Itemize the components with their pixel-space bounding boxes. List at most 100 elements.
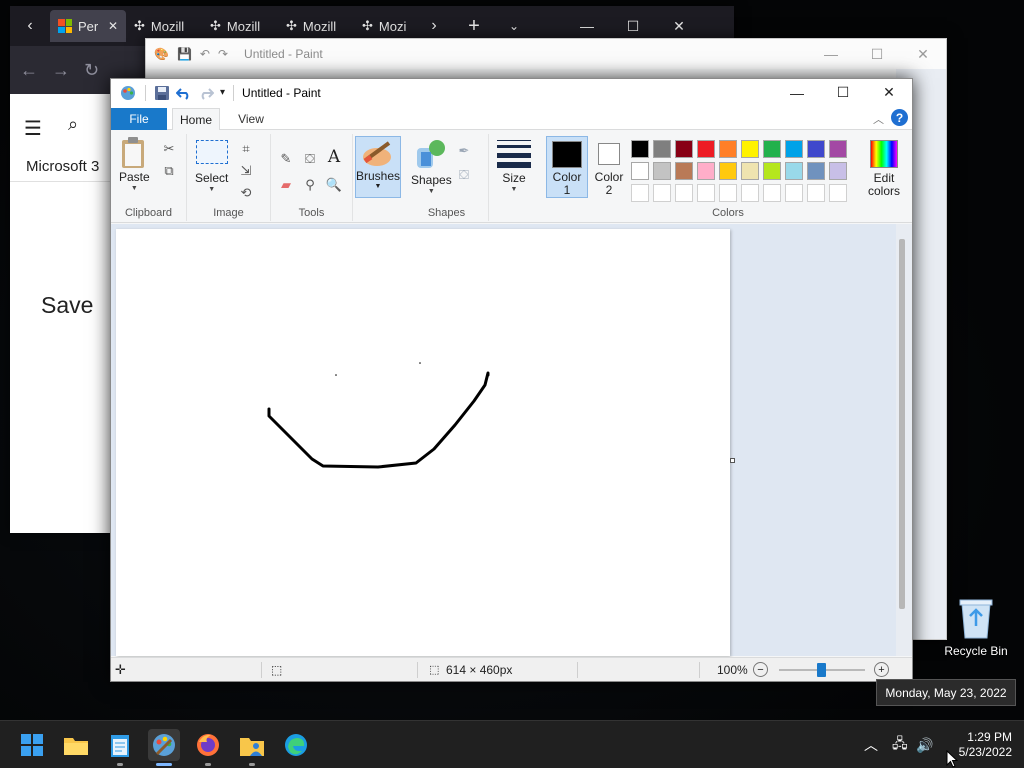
magnifier-icon[interactable]: 🔍 (325, 176, 343, 194)
palette-swatch[interactable] (785, 184, 803, 202)
search-icon[interactable]: ⌕ (68, 114, 78, 135)
palette-swatch[interactable] (631, 184, 649, 202)
paint-taskbar-button[interactable] (148, 729, 180, 761)
rotate-icon[interactable]: ⟲ (237, 184, 255, 202)
palette-swatch[interactable] (829, 140, 847, 158)
shapes-button[interactable]: Shapes ▼ (411, 138, 452, 195)
vertical-scrollbar[interactable] (896, 224, 912, 656)
palette-swatch[interactable] (763, 140, 781, 158)
palette-swatch[interactable] (675, 140, 693, 158)
palette-swatch[interactable] (719, 184, 737, 202)
palette-swatch[interactable] (741, 184, 759, 202)
minimize-icon[interactable]: — (774, 79, 820, 106)
undo-icon[interactable] (176, 85, 192, 101)
palette-swatch[interactable] (785, 162, 803, 180)
browser-tab-active[interactable]: Per ✕ (50, 10, 126, 42)
palette-swatch[interactable] (785, 140, 803, 158)
palette-swatch[interactable] (829, 162, 847, 180)
palette-swatch[interactable] (697, 162, 715, 180)
resize-icon[interactable]: ⇲ (237, 162, 255, 180)
volume-icon[interactable]: 🔊 (916, 721, 933, 768)
help-icon[interactable]: ? (891, 109, 908, 126)
firefox-button[interactable] (192, 729, 224, 761)
palette-swatch[interactable] (719, 162, 737, 180)
fill-bucket-icon[interactable]: ⛋ (301, 150, 319, 168)
group-label: Clipboard (124, 207, 173, 219)
close-icon[interactable]: ✕ (866, 79, 912, 106)
palette-swatch[interactable] (763, 184, 781, 202)
forward-arrow-icon[interactable]: → (52, 60, 70, 81)
brushes-button[interactable]: Brushes ▼ (355, 136, 401, 198)
palette-swatch[interactable] (653, 184, 671, 202)
tab-file[interactable]: File (111, 108, 167, 130)
maximize-icon[interactable]: ☐ (854, 46, 900, 63)
save-icon[interactable]: 💾 (177, 47, 192, 61)
fill-icon[interactable]: ⛋ (455, 166, 473, 184)
file-explorer-button[interactable] (60, 729, 92, 761)
network-icon[interactable]: 🖧 (892, 721, 908, 768)
palette-swatch[interactable] (807, 162, 825, 180)
pencil-icon[interactable]: ✎ (277, 150, 295, 168)
palette-swatch[interactable] (741, 162, 759, 180)
zoom-out-icon[interactable]: − (753, 662, 768, 677)
palette-swatch[interactable] (807, 184, 825, 202)
outline-pen-icon[interactable]: ✒ (455, 142, 473, 160)
zoom-in-icon[interactable]: + (874, 662, 889, 677)
palette-swatch[interactable] (675, 184, 693, 202)
undo-icon[interactable]: ↶ (200, 47, 210, 61)
show-hidden-icons-chevron-up-icon[interactable]: ︿ (864, 721, 878, 768)
redo-icon[interactable] (198, 85, 214, 101)
color-picker-icon[interactable]: ⚲ (301, 176, 319, 194)
edit-colors-label-2: colors (867, 184, 900, 198)
reload-icon[interactable]: ↻ (84, 60, 99, 81)
scrollbar-thumb[interactable] (899, 239, 905, 609)
palette-swatch[interactable] (697, 184, 715, 202)
canvas-resize-handle[interactable] (730, 458, 735, 463)
hamburger-menu-icon[interactable]: ☰ (24, 116, 42, 141)
redo-icon[interactable]: ↷ (218, 47, 228, 61)
tab-view[interactable]: View (227, 108, 275, 130)
palette-swatch[interactable] (675, 162, 693, 180)
maximize-icon[interactable]: ☐ (820, 79, 866, 106)
palette-swatch[interactable] (807, 140, 825, 158)
zoom-slider-thumb[interactable] (817, 663, 826, 677)
select-button[interactable]: Select ▼ (195, 140, 228, 193)
back-arrow-icon[interactable]: ← (20, 60, 38, 81)
palette-swatch[interactable] (741, 140, 759, 158)
text-icon[interactable]: A (325, 147, 343, 167)
close-tab-icon[interactable]: ✕ (108, 19, 118, 33)
size-button[interactable]: Size ▼ (497, 140, 531, 193)
color-1-button[interactable]: Color 1 (546, 136, 588, 198)
palette-swatch[interactable] (763, 162, 781, 180)
color-2-button[interactable]: Color 2 (589, 136, 629, 198)
palette-swatch[interactable] (829, 184, 847, 202)
save-icon[interactable] (154, 85, 170, 101)
mozilla-icon: ✣ (134, 18, 145, 33)
cut-icon[interactable]: ✂ (160, 140, 178, 158)
palette-swatch[interactable] (653, 162, 671, 180)
palette-swatch[interactable] (631, 162, 649, 180)
recycle-bin-shortcut[interactable]: Recycle Bin (944, 596, 1008, 658)
paste-button[interactable]: Paste ▼ (119, 136, 150, 192)
customize-qat-chevron-down-icon[interactable]: ▾ (220, 87, 225, 98)
notepad-button[interactable] (104, 729, 136, 761)
copy-icon[interactable]: ⧉ (160, 162, 178, 180)
paint-window[interactable]: ▾ Untitled - Paint — ☐ ✕ File Home View … (110, 78, 913, 682)
chevron-down-icon: ▼ (427, 188, 435, 195)
drawing-canvas[interactable] (116, 229, 730, 656)
eraser-icon[interactable]: ▰ (277, 176, 295, 194)
minimize-icon[interactable]: — (808, 46, 854, 63)
crop-icon[interactable]: ⌗ (237, 140, 255, 158)
palette-swatch[interactable] (653, 140, 671, 158)
palette-swatch[interactable] (719, 140, 737, 158)
start-button[interactable] (16, 729, 48, 761)
edge-button[interactable] (280, 729, 312, 761)
edit-colors-button[interactable]: Edit colors (861, 136, 907, 198)
palette-swatch[interactable] (631, 140, 649, 158)
close-icon[interactable]: ✕ (900, 46, 946, 63)
collapse-ribbon-chevron-up-icon[interactable]: ︿ (873, 111, 884, 127)
tab-scroll-left-icon[interactable]: ‹ (10, 6, 50, 46)
tab-home[interactable]: Home (172, 108, 220, 131)
file-manager-button[interactable] (236, 729, 268, 761)
palette-swatch[interactable] (697, 140, 715, 158)
